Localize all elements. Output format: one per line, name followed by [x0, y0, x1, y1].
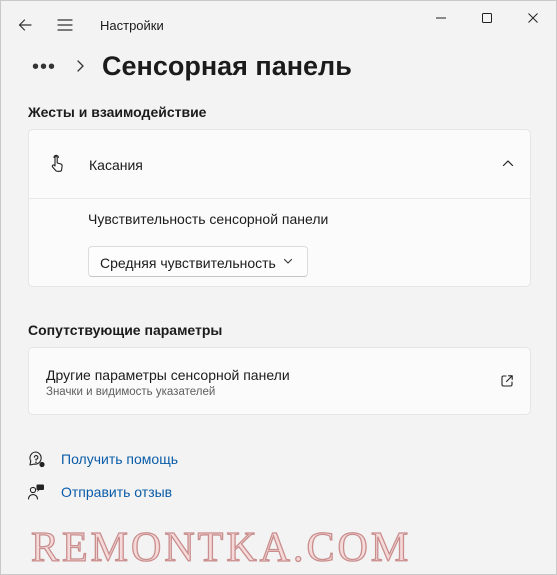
send-feedback-link[interactable]: Отправить отзыв [27, 483, 172, 501]
hamburger-menu-icon [57, 19, 73, 31]
close-icon [528, 13, 538, 23]
chevron-up-icon [502, 160, 514, 167]
taps-expander-header[interactable]: Касания [29, 130, 530, 199]
help-icon [29, 451, 45, 468]
app-title: Настройки [100, 18, 164, 33]
maximize-button[interactable] [464, 1, 510, 35]
minimize-icon [436, 17, 446, 19]
page-title: Сенсорная панель [102, 51, 352, 81]
related-section-title: Сопутствующие параметры [28, 322, 223, 338]
sensitivity-label: Чувствительность сенсорной панели [88, 211, 329, 227]
watermark-text: REMONTKA.COM [30, 524, 412, 571]
title-bar: Настройки [1, 1, 556, 49]
navigation-menu-button[interactable] [51, 11, 79, 39]
taps-label: Касания [89, 157, 143, 173]
related-item-subtitle: Значки и видимость указателей [46, 386, 216, 398]
feedback-icon [27, 484, 44, 500]
close-button[interactable] [510, 1, 556, 35]
page-header: ••• Сенсорная панель [1, 49, 556, 89]
maximize-icon [482, 13, 492, 23]
related-item-title: Другие параметры сенсорной панели [46, 367, 290, 383]
taps-expander-card: Касания Чувствительность сенсорной панел… [28, 129, 531, 287]
sensitivity-dropdown[interactable]: Средняя чувствительность [88, 246, 308, 277]
chevron-down-icon [283, 258, 293, 264]
get-help-link[interactable]: Получить помощь [27, 450, 178, 468]
minimize-button[interactable] [418, 1, 464, 35]
breadcrumb-more-button[interactable]: ••• [32, 57, 56, 77]
back-arrow-icon [18, 19, 32, 31]
get-help-label: Получить помощь [61, 451, 179, 467]
other-touchpad-settings-link[interactable]: Другие параметры сенсорной панели Значки… [28, 347, 531, 415]
external-link-icon [501, 375, 513, 387]
send-feedback-label: Отправить отзыв [61, 484, 173, 500]
settings-window: Настройки ••• Сенсорная панель Жесты и в… [0, 0, 557, 575]
chevron-right-icon [77, 60, 84, 72]
back-button[interactable] [11, 11, 39, 39]
sensitivity-dropdown-value: Средняя чувствительность [100, 255, 276, 271]
touch-hand-icon [51, 154, 63, 172]
gestures-section-title: Жесты и взаимодействие [28, 104, 207, 120]
